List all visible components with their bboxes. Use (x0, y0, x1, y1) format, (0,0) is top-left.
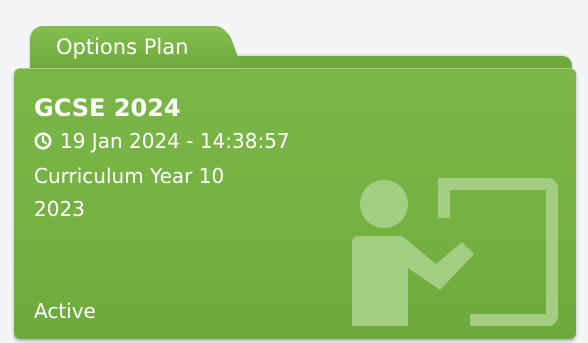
timestamp: 19 Jan 2024 - 14:38:57 (60, 129, 290, 153)
card-body[interactable]: GCSE 2024 19 Jan 2024 - 14:38:57 Curricu… (14, 68, 576, 339)
tab-label: Options Plan (56, 35, 189, 59)
tab-options-plan[interactable]: Options Plan (30, 26, 228, 68)
year-label: 2023 (34, 197, 85, 221)
teacher-board-icon (352, 178, 558, 326)
status-label: Active (34, 299, 96, 323)
clock-icon (34, 132, 52, 150)
plan-title: GCSE 2024 (34, 94, 181, 122)
options-plan-card[interactable]: Options Plan GCSE 2024 19 Jan 2024 - 14:… (14, 26, 576, 339)
timestamp-row: 19 Jan 2024 - 14:38:57 (34, 129, 290, 153)
curriculum-label: Curriculum Year 10 (34, 164, 225, 188)
